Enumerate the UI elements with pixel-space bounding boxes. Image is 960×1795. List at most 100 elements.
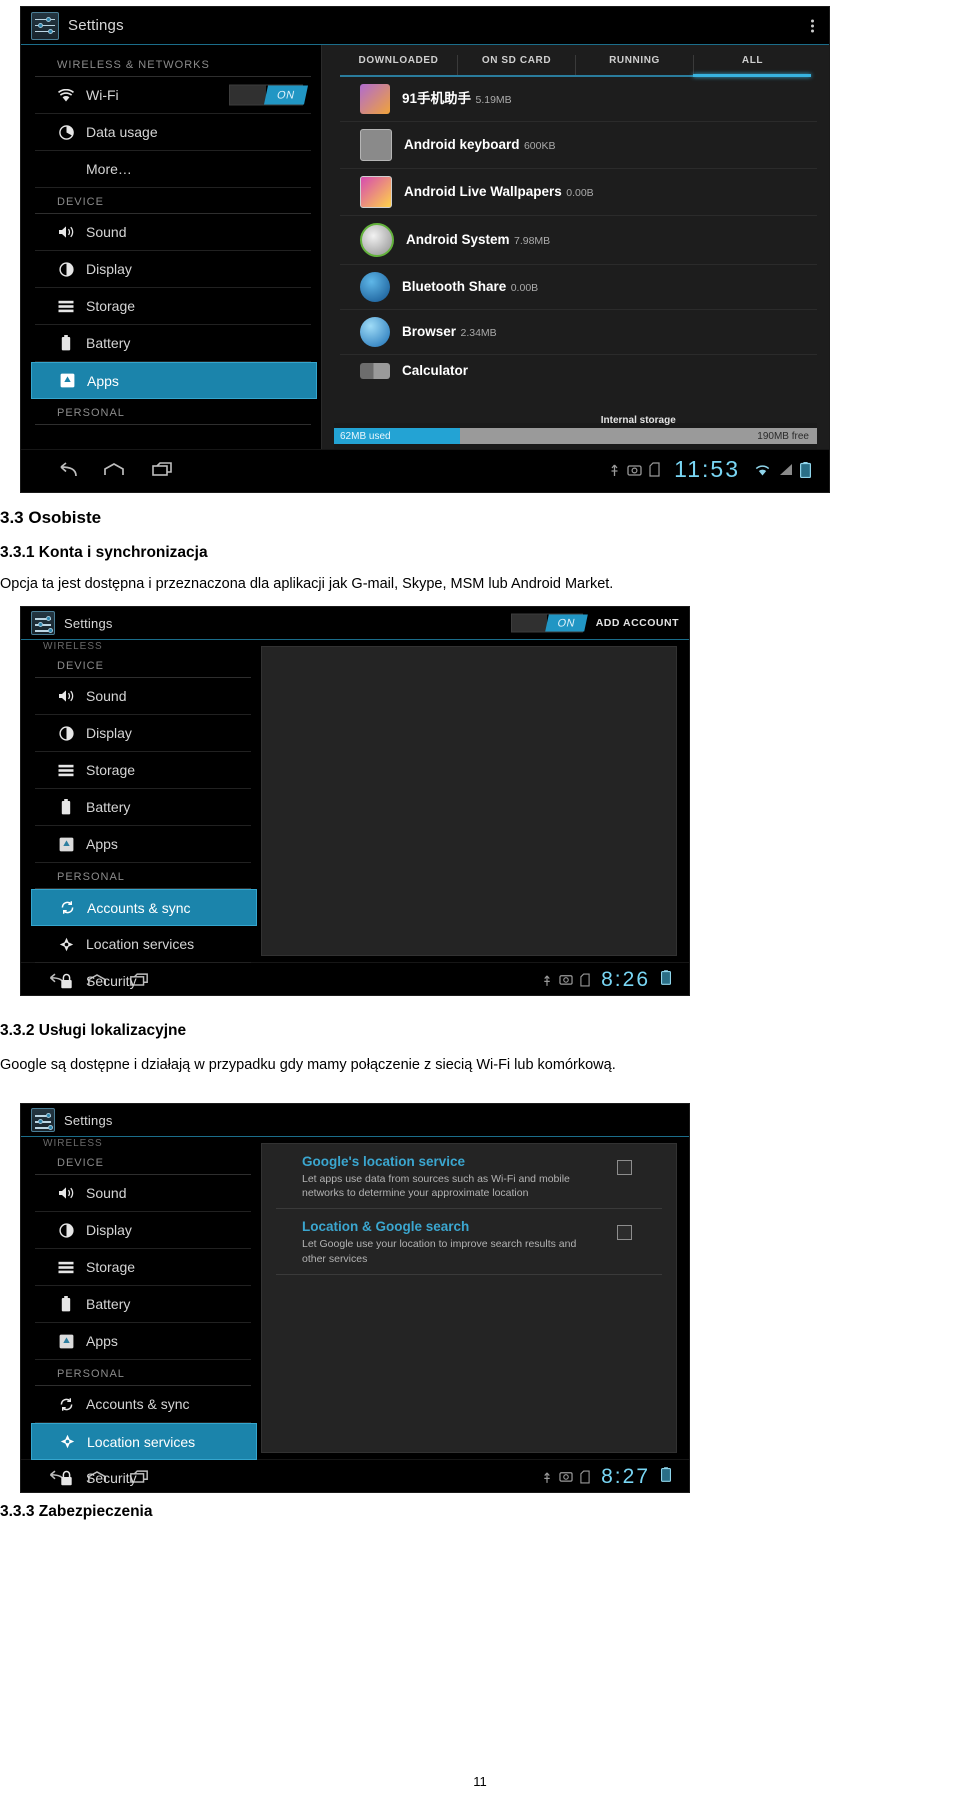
app-name: Calculator bbox=[402, 363, 469, 378]
sidebar-item-display[interactable]: Display bbox=[35, 251, 311, 288]
settings-icon bbox=[31, 1108, 55, 1132]
recents-icon[interactable] bbox=[151, 462, 173, 477]
apps-icon bbox=[57, 1332, 75, 1350]
tab-all[interactable]: ALL bbox=[694, 55, 811, 75]
app-name: Bluetooth Share bbox=[402, 279, 507, 294]
sidebar-item-wifi[interactable]: Wi-Fi ON bbox=[35, 77, 311, 114]
sidebar-item-accounts-sync[interactable]: Accounts & sync bbox=[31, 889, 257, 926]
bluetooth-icon bbox=[360, 272, 390, 302]
data-usage-icon bbox=[57, 123, 75, 141]
sidebar-item-sound[interactable]: Sound bbox=[35, 678, 251, 715]
app-size: 5.19MB bbox=[475, 94, 512, 106]
apps-title-bar: Settings bbox=[21, 7, 829, 45]
sidebar-item-accounts-sync[interactable]: Accounts & sync bbox=[35, 1386, 251, 1423]
app-size: 0.00B bbox=[566, 187, 594, 199]
sidebar-item-location-services[interactable]: Location services bbox=[35, 926, 251, 963]
app-size: 7.98MB bbox=[513, 235, 551, 247]
option-checkbox[interactable] bbox=[617, 1160, 632, 1175]
keyboard-icon bbox=[360, 129, 392, 161]
app-size: 0.00B bbox=[510, 282, 539, 294]
sidebar-item-label: Battery bbox=[86, 335, 131, 351]
sidebar-item-apps[interactable]: Apps bbox=[35, 1323, 251, 1360]
sidebar-item-label: Battery bbox=[86, 799, 131, 815]
browser-icon bbox=[360, 317, 390, 347]
wifi-toggle[interactable]: ON bbox=[229, 84, 309, 106]
accounts-content-pane bbox=[261, 646, 677, 956]
sidebar-item-display[interactable]: Display bbox=[35, 715, 251, 752]
sidebar-item-label: Wi-Fi bbox=[86, 87, 119, 103]
tab-on-sd-card[interactable]: ON SD CARD bbox=[458, 55, 576, 75]
screenshot-icon bbox=[627, 463, 642, 477]
sidebar-item-data-usage[interactable]: Data usage bbox=[35, 114, 311, 151]
accounts-sync-toggle-label: ON bbox=[545, 614, 588, 632]
list-item[interactable]: Android System 7.98MB bbox=[340, 216, 817, 265]
sidebar-item-label: Security bbox=[86, 1470, 137, 1486]
sidebar-item-more[interactable]: More… bbox=[35, 151, 311, 188]
heading-3-3-2: 3.3.2 Usługi lokalizacyjne bbox=[0, 1022, 187, 1039]
storage-bar: 62MB used Internal storage 190MB free bbox=[334, 415, 817, 449]
android-system-icon bbox=[360, 223, 394, 257]
screenshot-accounts-sync: Settings ON ADD ACCOUNT WIRELESS DEVICE … bbox=[20, 606, 690, 996]
location-option-google-search[interactable]: Location & Google search Let Google use … bbox=[276, 1209, 662, 1275]
sidebar-item-security[interactable]: Security bbox=[35, 1460, 251, 1492]
sidebar-item-label: Apps bbox=[86, 836, 118, 852]
screenshot-icon bbox=[559, 1470, 573, 1483]
list-item[interactable]: Android Live Wallpapers 0.00B bbox=[340, 169, 817, 216]
sidebar-item-storage[interactable]: Storage bbox=[35, 752, 251, 789]
sidebar-item-sound[interactable]: Sound bbox=[35, 1175, 251, 1212]
signal-icon bbox=[778, 463, 793, 476]
usb-icon bbox=[542, 1470, 552, 1484]
display-icon bbox=[57, 260, 75, 278]
accounts-sidebar: WIRELESS DEVICE Sound Display Storage Ba… bbox=[21, 640, 261, 989]
sound-icon bbox=[57, 687, 75, 705]
wifi-icon bbox=[57, 86, 75, 104]
sidebar-item-sound[interactable]: Sound bbox=[35, 214, 311, 251]
location-icon bbox=[57, 935, 75, 953]
screenshot-location-services: Settings WIRELESS DEVICE Sound Display S… bbox=[20, 1103, 690, 1493]
sdcard-icon bbox=[580, 1470, 590, 1484]
sidebar-item-storage[interactable]: Storage bbox=[35, 1249, 251, 1286]
app-title: Settings bbox=[68, 17, 124, 34]
tab-running[interactable]: RUNNING bbox=[576, 55, 694, 75]
sidebar-item-battery[interactable]: Battery bbox=[35, 325, 311, 362]
sidebar-item-apps[interactable]: Apps bbox=[35, 826, 251, 863]
display-icon bbox=[57, 1221, 75, 1239]
lock-icon bbox=[57, 1469, 75, 1487]
sidebar-group-label-device: DEVICE bbox=[35, 1149, 251, 1175]
sidebar-item-display[interactable]: Display bbox=[35, 1212, 251, 1249]
sidebar-item-location-services[interactable]: Location services bbox=[31, 1423, 257, 1460]
sidebar-group-label-wireless: WIRELESS & NETWORKS bbox=[35, 51, 311, 77]
sidebar-item-apps[interactable]: Apps bbox=[31, 362, 317, 399]
sidebar-item-label: Location services bbox=[86, 936, 195, 952]
paragraph-3-3-1: Opcja ta jest dostępna i przeznaczona dl… bbox=[0, 576, 614, 592]
usb-icon bbox=[609, 462, 620, 477]
home-icon[interactable] bbox=[103, 462, 125, 477]
sidebar-item-battery[interactable]: Battery bbox=[35, 789, 251, 826]
wallpaper-icon bbox=[360, 176, 392, 208]
app-title: Settings bbox=[64, 1112, 113, 1128]
sidebar-item-label: Accounts & sync bbox=[86, 1396, 190, 1412]
sidebar-item-label: Location services bbox=[87, 1433, 196, 1450]
list-item[interactable]: Android keyboard 600KB bbox=[340, 122, 817, 169]
overflow-menu-icon[interactable] bbox=[811, 17, 815, 34]
sidebar-item-label: Storage bbox=[86, 762, 136, 778]
app-title: Settings bbox=[64, 615, 113, 631]
option-checkbox[interactable] bbox=[617, 1225, 632, 1241]
app-name: 91手机助手 bbox=[402, 91, 472, 106]
list-item[interactable]: Calculator bbox=[340, 355, 817, 380]
wifi-signal-icon bbox=[754, 463, 771, 477]
tab-downloaded[interactable]: DOWNLOADED bbox=[340, 55, 458, 75]
location-option-google-service[interactable]: Google's location service Let apps use d… bbox=[276, 1144, 662, 1210]
list-item[interactable]: Browser 2.34MB bbox=[340, 310, 817, 355]
sidebar-item-battery[interactable]: Battery bbox=[35, 1286, 251, 1323]
list-item[interactable]: Bluetooth Share 0.00B bbox=[340, 265, 817, 310]
list-item[interactable]: 91手机助手 5.19MB bbox=[340, 77, 817, 122]
app-name: Android keyboard bbox=[404, 137, 520, 152]
back-icon[interactable] bbox=[55, 462, 77, 477]
accounts-sync-toggle[interactable]: ON bbox=[511, 613, 588, 633]
sidebar-item-security[interactable]: Security bbox=[35, 963, 251, 995]
add-account-button[interactable]: ADD ACCOUNT bbox=[596, 617, 679, 629]
app-size: 2.34MB bbox=[460, 327, 497, 339]
storage-free-text: 190MB free bbox=[757, 430, 809, 442]
sidebar-item-storage[interactable]: Storage bbox=[35, 288, 311, 325]
